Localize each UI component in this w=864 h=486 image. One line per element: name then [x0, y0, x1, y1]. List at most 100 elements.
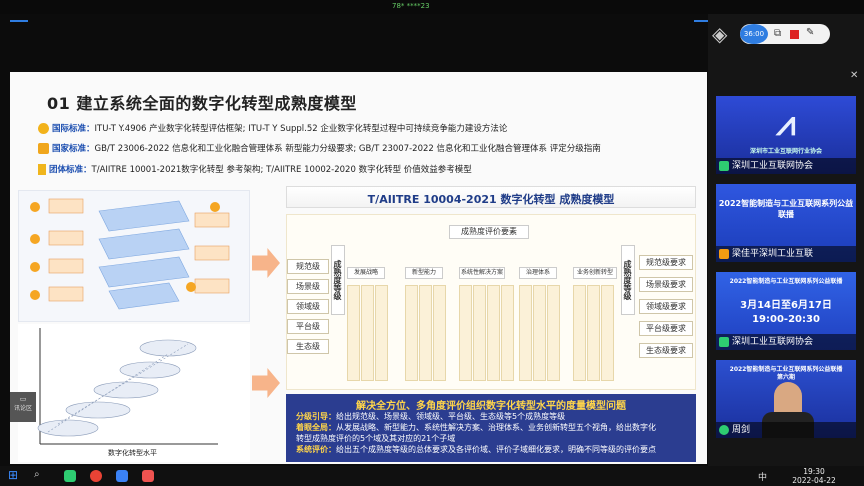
level-right: 生态级要求: [639, 343, 693, 358]
presenter-icon: [719, 337, 729, 347]
sub-domain-column: [573, 285, 586, 381]
sub-domain-column: [501, 285, 514, 381]
sub-domain-column: [419, 285, 432, 381]
app-logo-icon: ◈: [712, 22, 728, 46]
tile-caption: 周剑: [716, 422, 856, 438]
solution-line: 系统评价：给出五个成熟度等级的总体要求及各评价域、评价子域细化要求，明确不同等级…: [296, 445, 656, 454]
windows-taskbar: ⊞ ⌕ 中 19:30 2022-04-22: [0, 466, 864, 486]
solution-line: 转型成熟度评价的5个域及其对应的21个子域: [296, 434, 456, 443]
sub-domain-column: [459, 285, 472, 381]
solution-line: 分级引导：给出规范级、场景级、领域级、平台级、生态级等5个成熟度等级: [296, 412, 566, 421]
maturity-staircase-diagram: 数字化转型水平: [18, 324, 250, 462]
app-icon[interactable]: [142, 470, 154, 482]
association-logo-icon: ⩘: [776, 104, 796, 144]
dimension-label: 治理体系: [519, 267, 557, 279]
chrome-icon[interactable]: [90, 470, 102, 482]
x-axis-label: 数字化转型水平: [108, 449, 157, 457]
video-tile[interactable]: ⩘ 深圳市工业互联网行业协会 深圳工业互联网协会: [716, 96, 856, 174]
meeting-timer: 36:00: [740, 24, 768, 44]
clock-time: 19:30: [803, 467, 825, 476]
app-icon[interactable]: [116, 470, 128, 482]
close-icon[interactable]: ✕: [850, 70, 858, 81]
sub-domain-column: [547, 285, 560, 381]
level-left: 规范级: [287, 259, 329, 274]
level-right: 平台级要求: [639, 321, 693, 336]
dimension-label: 新型能力: [405, 267, 443, 279]
window-accent-right: [694, 20, 708, 22]
arrow-right-icon: [252, 368, 280, 398]
window-accent: [10, 20, 28, 22]
cross-icon: [38, 143, 49, 154]
solution-title: 解决全方位、多角度评价组织数字化转型水平的度量模型问题: [356, 401, 626, 412]
app-icon[interactable]: [64, 470, 76, 482]
staircase-graphic: [37, 328, 218, 445]
dimension-label: 业务创新转型: [573, 267, 617, 279]
tile-headline: 2022智能制造与工业互联网系列公益联播: [718, 199, 854, 219]
level-left: 生态级: [287, 339, 329, 354]
sub-domain-column: [347, 285, 360, 381]
clock-date: 2022-04-22: [792, 476, 836, 485]
level-left: 平台级: [287, 319, 329, 334]
sub-domain-column: [533, 285, 546, 381]
search-icon[interactable]: ⌕: [34, 469, 46, 481]
dimension-label: 发展战略: [347, 267, 385, 279]
level-right: 场景级要求: [639, 277, 693, 292]
tile-subtitle: 第六期: [776, 374, 795, 381]
presenter-icon: [719, 161, 729, 171]
sub-domain-column: [601, 285, 614, 381]
dimension-label: 系统性解决方案: [459, 267, 505, 279]
model-title-box: T/AIITRE 10004-2021 数字化转型 成熟度模型: [286, 186, 696, 208]
copy-icon[interactable]: ⧉: [774, 28, 781, 39]
sub-domain-column: [487, 285, 500, 381]
slide-title: 01 建立系统全面的数字化转型成熟度模型: [47, 94, 357, 113]
maturity-level-side-left: 成熟度等级: [331, 245, 345, 315]
video-tile[interactable]: 2022智能制造与工业互联网系列公益联播 第六期 周剑: [716, 360, 856, 438]
solution-line: 着眼全局：从发展战略、新型能力、系统性解决方案、治理体系、业务创新转型五个视角，…: [296, 423, 656, 432]
sub-domain-column: [519, 285, 532, 381]
stop-button[interactable]: [790, 30, 799, 39]
standard-national: 国家标准：GB/T 23006-2022 信息化和工业化融合管理体系 新型能力分…: [38, 142, 601, 154]
sub-domain-column: [375, 285, 388, 381]
tile-caption: 深圳工业互联网协会: [716, 334, 856, 350]
chat-icon: ▭: [19, 395, 27, 403]
tile-caption: 梁佳平深圳工业互联: [716, 246, 856, 262]
pen-icon[interactable]: ✎: [806, 27, 814, 38]
level-right: 规范级要求: [639, 255, 693, 270]
tile-subtitle: 深圳市工业互联网行业协会: [749, 148, 822, 155]
sub-domain-column: [405, 285, 418, 381]
app-window: 78* ****23 01 建立系统全面的数字化转型成熟度模型 国际标准：ITU…: [0, 0, 864, 486]
level-right: 领域级要求: [639, 299, 693, 314]
chat-panel-button[interactable]: ▭ 讯论区: [10, 392, 36, 422]
standard-group: 团体标准：T/AIITRE 10001-2021数字化转型 参考架构; T/AI…: [38, 163, 472, 175]
flag-icon: [38, 164, 46, 175]
network-status: 78* ****23: [392, 2, 430, 10]
sub-domain-column: [587, 285, 600, 381]
start-button-icon[interactable]: ⊞: [8, 468, 20, 482]
microphone-icon: [719, 425, 729, 435]
tile-subtitle: 2022智能制造与工业互联网系列公益联播: [729, 278, 843, 285]
arrow-right-icon: [252, 248, 280, 278]
level-left: 领域级: [287, 299, 329, 314]
tile-dates: 3月14日至6月17日: [740, 300, 832, 311]
sub-domain-column: [361, 285, 374, 381]
tile-caption: 深圳工业互联网协会: [716, 158, 856, 174]
top-status-bar: 78* ****23: [0, 0, 864, 14]
chat-label: 讯论区: [13, 405, 32, 412]
capability-framework-diagram: [18, 190, 250, 322]
sub-domain-column: [433, 285, 446, 381]
sub-domain-column: [473, 285, 486, 381]
solution-box: 解决全方位、多角度评价组织数字化转型水平的度量模型问题 分级引导：给出规范级、场…: [286, 394, 696, 462]
ime-indicator[interactable]: 中: [758, 470, 767, 483]
model-title: T/AIITRE 10004-2021 数字化转型 成熟度模型: [367, 193, 615, 206]
standard-international: 国际标准：ITU-T Y.4906 产业数字化转型评估框架; ITU-T Y S…: [38, 122, 507, 134]
eval-requirements-label: 成熟度评价要素: [449, 225, 529, 239]
level-left: 场景级: [287, 279, 329, 294]
video-tile[interactable]: 2022智能制造与工业互联网系列公益联播 3月14日至6月17日 19:00-2…: [716, 272, 856, 350]
globe-icon: [38, 123, 49, 134]
system-clock[interactable]: 19:30 2022-04-22: [790, 467, 838, 485]
video-tile[interactable]: 2022智能制造与工业互联网系列公益联播 梁佳平深圳工业互联: [716, 184, 856, 262]
user-icon: [719, 249, 729, 259]
maturity-model-diagram: 成熟度评价要素 规范级 场景级 领域级 平台级 生态级 成熟度等级 成熟度等级 …: [286, 214, 696, 390]
maturity-level-side-right: 成熟度等级: [621, 245, 635, 315]
framework-graphic: [30, 198, 230, 310]
